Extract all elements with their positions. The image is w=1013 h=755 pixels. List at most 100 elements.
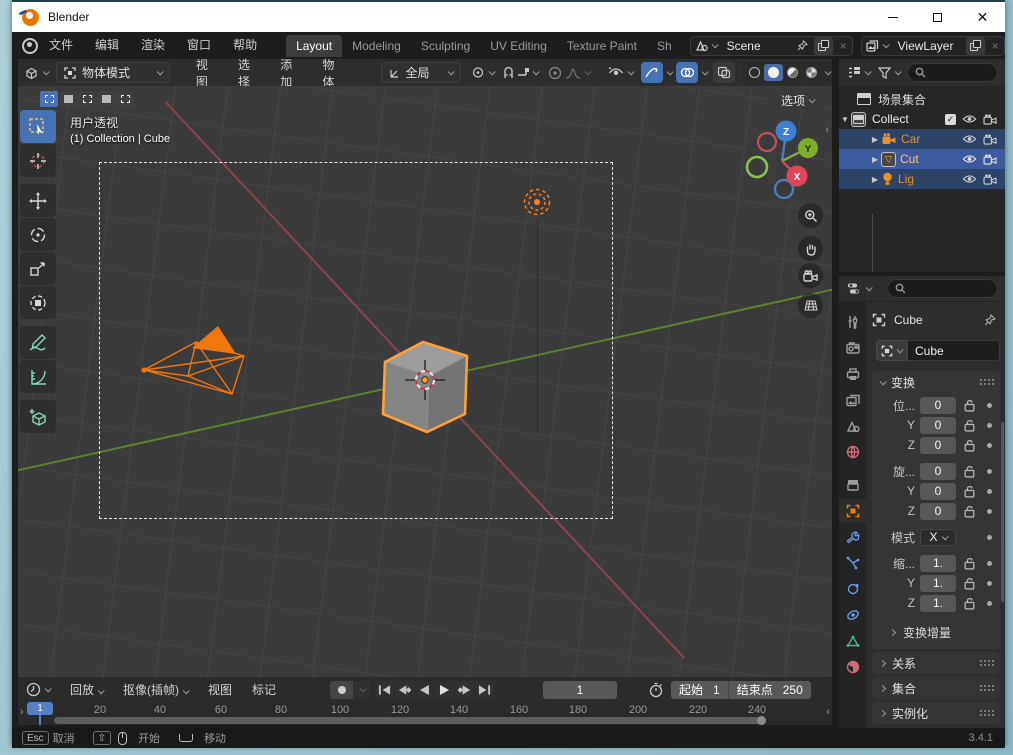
lock-open-icon[interactable] — [960, 465, 978, 478]
instancing-panel[interactable]: 实例化 — [872, 702, 1000, 724]
breadcrumb-object[interactable]: Cube — [894, 313, 923, 327]
ruler-right-arrow[interactable]: ‹ — [826, 706, 830, 718]
transform-panel-header[interactable]: 变换 — [872, 371, 1000, 393]
animate-dot[interactable] — [987, 600, 992, 606]
scene-icon[interactable] — [691, 37, 721, 55]
hide-eye-icon[interactable] — [962, 134, 977, 144]
loc-z-field[interactable]: 0 — [920, 436, 956, 454]
auto-key-record-button[interactable] — [330, 680, 353, 699]
rot-x-field[interactable]: 0 — [920, 462, 956, 480]
tab-world[interactable] — [839, 440, 866, 464]
relations-panel[interactable]: 关系 — [872, 652, 1000, 674]
select-mode-subtract[interactable] — [78, 91, 96, 107]
tab-uv-editing[interactable]: UV Editing — [480, 35, 557, 57]
lock-open-icon[interactable] — [960, 597, 978, 610]
scene-name[interactable]: Scene — [721, 39, 793, 53]
drag-handle-icon[interactable] — [979, 659, 994, 667]
close-button[interactable]: ✕ — [960, 2, 1005, 32]
menu-file[interactable]: 文件 — [38, 32, 84, 59]
properties-search-input[interactable] — [887, 279, 998, 298]
hide-eye-icon[interactable] — [962, 174, 977, 184]
drag-handle-icon[interactable] — [979, 378, 994, 386]
select-mode-intersect[interactable] — [116, 91, 134, 107]
properties-scrollbar[interactable] — [1001, 422, 1004, 602]
tab-constraints[interactable] — [839, 603, 866, 627]
menu-render[interactable]: 渲染 — [130, 32, 176, 59]
snap-magnet-icon[interactable] — [502, 66, 515, 79]
play-reverse-button[interactable] — [415, 681, 434, 698]
tab-collection-props[interactable] — [839, 473, 866, 497]
show-visibility-icon[interactable] — [608, 67, 635, 78]
light-object[interactable] — [517, 182, 557, 222]
disable-render-camera-icon[interactable] — [983, 173, 997, 185]
tab-particles[interactable] — [839, 551, 866, 575]
select-mode-extend[interactable] — [59, 91, 77, 107]
collection-checkbox[interactable]: ✓ — [945, 113, 956, 125]
disable-render-camera-icon[interactable] — [983, 153, 997, 165]
tab-material[interactable] — [839, 655, 866, 679]
tab-sculpting[interactable]: Sculpting — [411, 35, 480, 57]
current-frame-field[interactable]: 1 — [543, 680, 617, 699]
jump-to-end-button[interactable] — [475, 681, 494, 698]
zoom-button[interactable] — [798, 203, 823, 228]
tab-tool[interactable] — [839, 310, 866, 334]
animate-dot[interactable] — [987, 422, 992, 428]
outliner-row-light[interactable]: ▶ Lig — [839, 169, 1005, 189]
lock-open-icon[interactable] — [960, 485, 978, 498]
delta-transform-subpanel[interactable]: 变换增量 — [872, 621, 1000, 643]
animate-dot[interactable] — [987, 508, 992, 514]
scale-y-field[interactable]: 1. — [920, 574, 956, 592]
editor-type-3dview-icon[interactable] — [24, 66, 50, 80]
xray-toggle[interactable] — [712, 62, 736, 83]
outliner-display-mode-icon[interactable] — [847, 66, 872, 79]
animate-dot[interactable] — [987, 534, 992, 540]
collapse-triangle-icon[interactable]: ▼ — [839, 115, 851, 124]
shading-wireframe-icon[interactable] — [745, 64, 764, 81]
sidebar-collapse-arrow[interactable]: ‹ — [825, 124, 829, 136]
stopwatch-icon[interactable] — [648, 682, 664, 698]
transform-orientation[interactable]: 全局 — [380, 62, 462, 83]
tool-measure[interactable] — [20, 360, 56, 393]
hide-eye-icon[interactable] — [962, 114, 977, 124]
scrollbar-knob[interactable] — [757, 716, 766, 725]
drag-handle-icon[interactable] — [979, 684, 994, 692]
mode-selector[interactable]: 物体模式 — [56, 62, 170, 83]
auto-key-dropdown[interactable] — [353, 680, 371, 699]
pin-icon[interactable] — [793, 37, 812, 55]
outliner-filter-icon[interactable] — [878, 66, 902, 79]
animate-dot[interactable] — [987, 488, 992, 494]
tab-view-layer[interactable] — [839, 388, 866, 412]
play-button[interactable] — [435, 681, 454, 698]
outliner-row-camera[interactable]: ▶ Car — [839, 129, 1005, 149]
ruler-left-arrow[interactable]: › — [20, 706, 24, 718]
tool-annotate[interactable] — [20, 326, 56, 359]
next-keyframe-button[interactable] — [455, 681, 474, 698]
drag-handle-icon[interactable] — [979, 709, 994, 717]
prev-keyframe-button[interactable] — [395, 681, 414, 698]
tool-move[interactable] — [20, 184, 56, 217]
rot-y-field[interactable]: 0 — [920, 482, 956, 500]
timeline-scrollbar[interactable] — [54, 716, 766, 725]
lock-open-icon[interactable] — [960, 419, 978, 432]
minimize-button[interactable] — [870, 2, 915, 32]
viewlayer-icon[interactable] — [862, 37, 892, 55]
snap-target-icon[interactable] — [517, 67, 540, 79]
remove-viewlayer-icon[interactable]: × — [987, 39, 1004, 53]
tool-transform[interactable] — [20, 286, 56, 319]
proportional-editing-icon[interactable] — [548, 66, 562, 80]
camera-object[interactable] — [136, 318, 258, 408]
hide-eye-icon[interactable] — [962, 154, 977, 164]
lock-open-icon[interactable] — [960, 505, 978, 518]
lock-open-icon[interactable] — [960, 557, 978, 570]
end-frame-field[interactable]: 结束点 250 — [728, 680, 811, 699]
tab-output[interactable] — [839, 362, 866, 386]
unlink-scene-icon[interactable]: × — [835, 39, 852, 53]
outliner-row-collection[interactable]: ▼ Collect ✓ — [839, 109, 1005, 129]
animate-dot[interactable] — [987, 468, 992, 474]
editor-type-timeline-icon[interactable] — [26, 682, 52, 697]
shading-solid-icon[interactable] — [764, 64, 784, 81]
menu-edit[interactable]: 编辑 — [84, 32, 130, 59]
show-gizmo-toggle[interactable] — [641, 62, 664, 83]
disable-render-camera-icon[interactable] — [983, 113, 997, 125]
rot-z-field[interactable]: 0 — [920, 502, 956, 520]
